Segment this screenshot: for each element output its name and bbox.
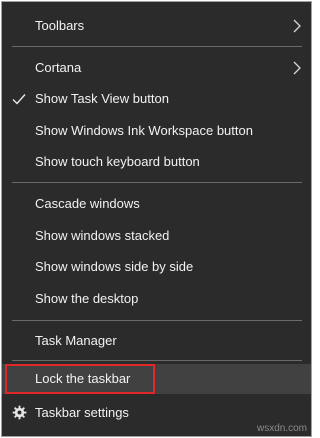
menu-item-label: Show the desktop [35,291,139,306]
menu-item-show-windows-ink-workspace-button[interactable]: Show Windows Ink Workspace button [2,116,311,146]
menu-item-label: Show touch keyboard button [35,154,200,169]
taskbar-context-menu: Toolbars Cortana Show Task View button S… [1,1,312,437]
menu-item-label: Taskbar settings [35,405,129,420]
menu-item-show-windows-stacked[interactable]: Show windows stacked [2,221,311,251]
menu-item-cascade-windows[interactable]: Cascade windows [2,189,311,219]
menu-item-toolbars[interactable]: Toolbars [2,11,311,41]
menu-separator [12,360,302,361]
menu-item-label: Lock the taskbar [35,371,131,386]
chevron-right-icon [293,61,301,75]
menu-item-label: Task Manager [35,333,117,348]
menu-item-label: Show Windows Ink Workspace button [35,123,253,138]
menu-item-label: Show windows side by side [35,259,194,274]
menu-separator [12,182,302,183]
watermark: wsxdn.com [256,423,307,434]
menu-item-lock-the-taskbar[interactable]: Lock the taskbar [2,364,311,394]
menu-item-show-touch-keyboard-button[interactable]: Show touch keyboard button [2,147,311,177]
menu-item-show-the-desktop[interactable]: Show the desktop [2,284,311,314]
menu-item-show-task-view-button[interactable]: Show Task View button [2,84,311,114]
chevron-right-icon [293,19,301,33]
menu-item-show-windows-side-by-side[interactable]: Show windows side by side [2,252,311,282]
menu-separator [12,46,302,47]
menu-item-label: Toolbars [35,18,85,33]
menu-item-label: Show windows stacked [35,228,170,243]
checkmark-icon [12,94,26,105]
menu-item-label: Cortana [35,60,82,75]
menu-item-label: Cascade windows [35,196,140,211]
menu-item-cortana[interactable]: Cortana [2,53,311,83]
menu-item-task-manager[interactable]: Task Manager [2,326,311,356]
menu-separator [12,320,302,321]
gear-icon [12,405,27,420]
menu-item-label: Show Task View button [35,91,169,106]
